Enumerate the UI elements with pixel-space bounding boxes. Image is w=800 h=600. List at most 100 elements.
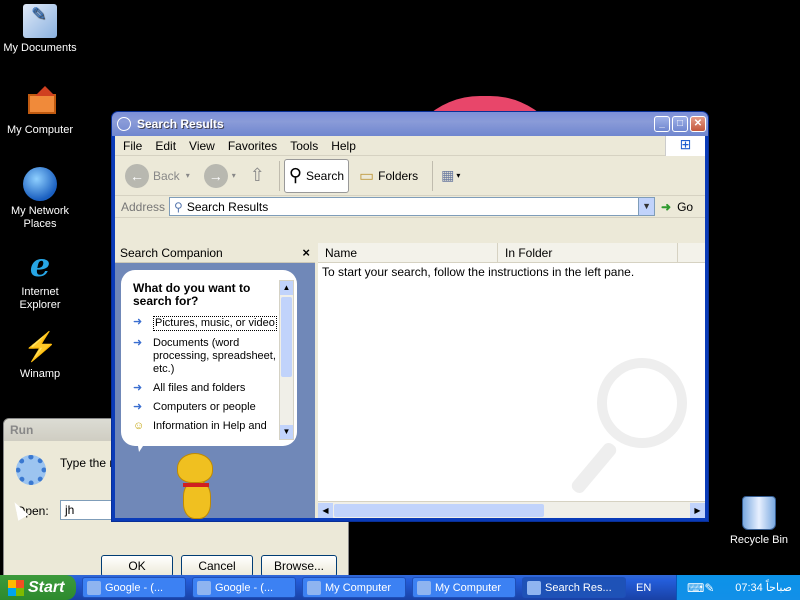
scroll-thumb[interactable] (334, 503, 544, 517)
language-indicator[interactable]: EN (636, 582, 656, 594)
forward-button[interactable]: → ▾ (200, 159, 240, 193)
scroll-up-icon[interactable]: ▲ (280, 281, 293, 295)
browse-button[interactable]: Browse... (261, 555, 337, 577)
taskbar-item-search-results[interactable]: Search Res... (522, 577, 626, 598)
search-options-bubble: What do you want to search for? ➜ Pictur… (121, 270, 297, 452)
search-label: Search (306, 168, 345, 183)
scroll-down-icon[interactable]: ▼ (280, 425, 293, 439)
desktop-icon-my-computer[interactable]: My Computer (0, 86, 80, 137)
chevron-down-icon: ▾ (456, 171, 461, 180)
search-arrow-icon: ➜ (133, 401, 143, 413)
scroll-right-icon[interactable]: ▶ (690, 502, 705, 518)
address-bar: Address ⚲ Search Results ▼ ➜ Go (115, 196, 705, 218)
minimize-button[interactable]: _ (654, 116, 670, 132)
folder-icon (307, 580, 321, 595)
taskbar-item-my-computer-1[interactable]: My Computer (302, 577, 406, 598)
menu-edit[interactable]: Edit (155, 139, 176, 153)
task-label: My Computer (325, 581, 392, 594)
desktop-icon-network-places[interactable]: My Network Places (0, 167, 80, 231)
views-button[interactable]: ▦ ▾ (437, 159, 464, 193)
search-icon: ⚲ (288, 165, 302, 185)
close-pane-icon[interactable]: × (302, 245, 310, 260)
desktop-icon-my-documents[interactable]: My Documents (0, 4, 80, 55)
winamp-icon: ⚡ (23, 331, 58, 362)
start-label: Start (28, 578, 65, 596)
column-name[interactable]: Name (318, 243, 498, 262)
option-computers-people[interactable]: ➜ Computers or people (133, 401, 291, 414)
option-documents[interactable]: ➜ Documents (word processing, spreadshee… (133, 337, 291, 376)
windows-flag-icon (8, 579, 24, 596)
cancel-button[interactable]: Cancel (181, 555, 253, 577)
option-all-files-folders[interactable]: ➜ All files and folders (133, 382, 291, 395)
forward-arrow-icon: → (203, 163, 228, 188)
go-label: Go (677, 199, 694, 214)
search-companion-title: Search Companion (120, 245, 223, 260)
task-label: My Computer (435, 581, 502, 594)
chevron-down-icon: ▾ (231, 171, 236, 180)
address-input[interactable]: ⚲ Search Results ▼ (169, 197, 656, 216)
window-titlebar[interactable]: Search Results _ □ ✕ (112, 112, 708, 136)
search-arrow-icon: ➜ (133, 382, 143, 394)
search-arrow-icon: ➜ (133, 337, 143, 349)
taskbar-item-google-1[interactable]: Google - (... (82, 577, 186, 598)
option-label: Pictures, music, or video (153, 316, 277, 331)
taskbar-item-google-2[interactable]: Google - (... (192, 577, 296, 598)
search-button[interactable]: ⚲ Search (283, 158, 350, 193)
close-button[interactable]: ✕ (690, 116, 706, 132)
address-value: Search Results (186, 199, 269, 214)
option-pictures-music-video[interactable]: ➜ Pictures, music, or video (133, 316, 291, 331)
folders-button[interactable]: ▭ Folders (355, 159, 422, 193)
column-in-folder[interactable]: In Folder (498, 243, 678, 262)
search-companion-header: Search Companion × (115, 243, 315, 263)
menu-bar: File Edit View Favorites Tools Help ⊞ (115, 136, 705, 156)
my-computer-icon (23, 86, 57, 120)
desktop-icon-recycle-bin[interactable]: Recycle Bin (719, 496, 799, 547)
results-pane: Name In Folder To start your search, fol… (318, 243, 705, 518)
scroll-left-icon[interactable]: ◀ (318, 502, 333, 518)
desktop-icon-label: Internet Explorer (19, 286, 61, 311)
menu-view[interactable]: View (189, 139, 215, 153)
search-dog-icon[interactable] (167, 453, 227, 523)
back-button[interactable]: ← Back ▾ (121, 159, 194, 193)
go-button[interactable]: ➜ Go (661, 200, 693, 214)
menu-tools[interactable]: Tools (290, 139, 318, 153)
views-icon: ▦ (441, 167, 455, 183)
magnifier-handle (569, 440, 619, 496)
address-dropdown-button[interactable]: ▼ (638, 198, 655, 215)
window-title: Search Results (137, 117, 224, 131)
option-help-support[interactable]: ☺ Information in Help and Support Center (133, 420, 291, 434)
results-column-header: Name In Folder (318, 243, 705, 263)
scroll-thumb[interactable] (281, 297, 292, 377)
go-arrow-icon: ➜ (661, 199, 672, 214)
maximize-button[interactable]: □ (672, 116, 688, 132)
taskbar-item-my-computer-2[interactable]: My Computer (412, 577, 516, 598)
menu-help[interactable]: Help (331, 139, 356, 153)
desktop-icon-label: My Computer (6, 124, 74, 136)
magnifier-lens (597, 358, 687, 448)
search-arrow-icon: ➜ (133, 316, 143, 328)
taskbar: Start Google - (... Google - (... My Com… (0, 575, 800, 600)
folders-icon: ▭ (359, 167, 375, 185)
menu-favorites[interactable]: Favorites (228, 139, 277, 153)
run-gear-icon (16, 455, 46, 485)
toolbar-separator (432, 160, 434, 191)
search-question: What do you want to search for? (133, 281, 251, 308)
start-button[interactable]: Start (0, 575, 76, 600)
chevron-down-icon: ▾ (185, 171, 190, 180)
results-horizontal-scrollbar[interactable]: ◀ ▶ (318, 501, 705, 518)
tray-icons[interactable]: ⌨✎ (687, 581, 714, 595)
system-tray: ⌨✎ 07:34 صباحاً (676, 575, 800, 600)
help-icon: ☺ (133, 420, 145, 432)
options-scrollbar[interactable]: ▲ ▼ (279, 280, 294, 440)
clock[interactable]: 07:34 صباحاً (735, 581, 792, 594)
desktop-icon-internet-explorer[interactable]: e Internet Explorer (0, 248, 80, 312)
search-companion-pane: Search Companion × What do you want to s… (115, 243, 315, 519)
up-folder-button[interactable]: ⇧ (246, 159, 269, 193)
menu-file[interactable]: File (123, 139, 142, 153)
ok-button[interactable]: OK (101, 555, 173, 577)
ie-icon (87, 580, 101, 595)
back-arrow-icon: ← (125, 163, 149, 188)
desktop-icon-winamp[interactable]: ⚡ Winamp (0, 330, 80, 381)
back-label: Back (153, 168, 180, 183)
folder-icon (417, 580, 431, 595)
